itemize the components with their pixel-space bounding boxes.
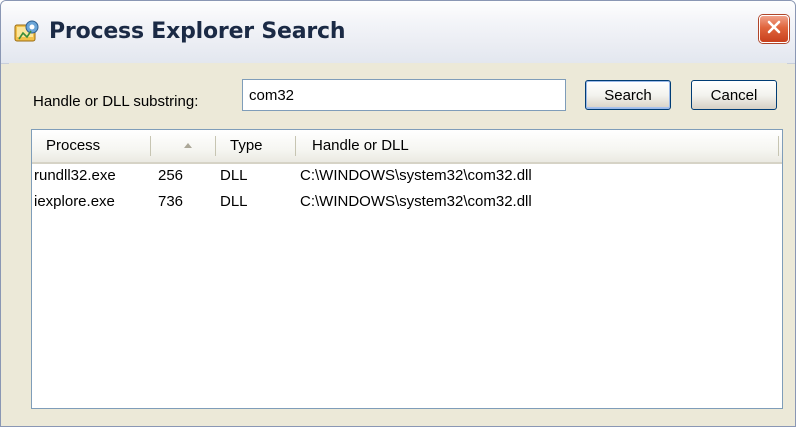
column-header-process[interactable]: Process <box>46 130 100 162</box>
search-input[interactable] <box>242 79 566 111</box>
process-explorer-icon <box>13 19 41 45</box>
column-divider[interactable] <box>215 136 216 156</box>
close-button[interactable] <box>759 15 789 43</box>
dialog-client-area: Handle or DLL substring: Search Cancel P… <box>9 63 787 426</box>
row-pid: 256 <box>158 167 184 184</box>
search-button[interactable]: Search <box>585 80 671 110</box>
row-type: DLL <box>220 193 248 210</box>
column-divider[interactable] <box>778 136 779 156</box>
close-icon <box>766 19 782 40</box>
column-header-handle[interactable]: Handle or DLL <box>312 130 409 162</box>
search-dialog-window: Process Explorer Search Handle or DLL su… <box>0 0 796 427</box>
row-process: rundll32.exe <box>34 167 116 184</box>
row-handle: C:\WINDOWS\system32\com32.dll <box>300 167 532 184</box>
sort-ascending-icon <box>184 143 192 148</box>
row-type: DLL <box>220 167 248 184</box>
column-header-type[interactable]: Type <box>230 130 263 162</box>
column-divider[interactable] <box>295 136 296 156</box>
result-row[interactable]: rundll32.exe 256 DLL C:\WINDOWS\system32… <box>32 164 782 190</box>
window-title: Process Explorer Search <box>49 19 346 44</box>
row-handle: C:\WINDOWS\system32\com32.dll <box>300 193 532 210</box>
search-label: Handle or DLL substring: <box>33 93 199 110</box>
column-divider[interactable] <box>150 136 151 156</box>
results-list[interactable]: Process Type Handle or DLL rundll32.exe … <box>31 129 783 409</box>
result-row[interactable]: iexplore.exe 736 DLL C:\WINDOWS\system32… <box>32 190 782 216</box>
row-process: iexplore.exe <box>34 193 115 210</box>
results-header: Process Type Handle or DLL <box>32 130 782 164</box>
cancel-button[interactable]: Cancel <box>691 80 777 110</box>
row-pid: 736 <box>158 193 184 210</box>
title-bar[interactable]: Process Explorer Search <box>1 1 795 64</box>
